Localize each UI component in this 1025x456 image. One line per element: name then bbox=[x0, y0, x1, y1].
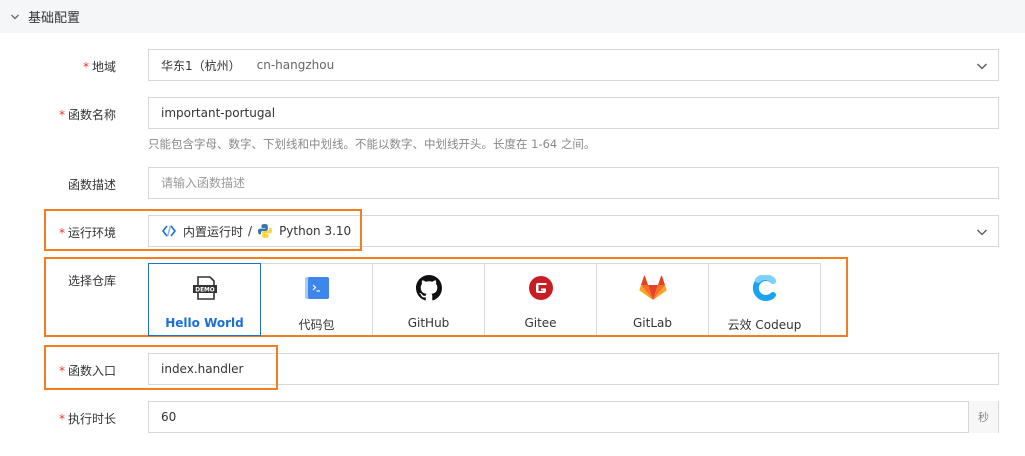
python-icon bbox=[258, 224, 273, 238]
section-header[interactable]: 基础配置 bbox=[0, 0, 1025, 33]
entry-field[interactable] bbox=[148, 353, 999, 385]
region-code: cn-hangzhou bbox=[256, 58, 335, 72]
required-mark: * bbox=[58, 108, 65, 122]
timeout-input[interactable] bbox=[161, 402, 998, 432]
timeout-unit: 秒 bbox=[968, 401, 998, 433]
gitee-icon bbox=[527, 274, 555, 302]
repo-options: DEMO Hello World 代码包 GitHub Gitee GitLab… bbox=[148, 263, 821, 336]
region-label-text: 地域 bbox=[91, 60, 116, 74]
repo-option-hello-world[interactable]: DEMO Hello World bbox=[148, 263, 261, 336]
repo-option-label: Gitee bbox=[524, 316, 557, 330]
function-name-help: 只能包含字母、数字、下划线和中划线。不能以数字、中划线开头。长度在 1-64 之… bbox=[148, 137, 596, 151]
repo-option-github[interactable]: GitHub bbox=[372, 263, 485, 336]
svg-text:DEMO: DEMO bbox=[195, 287, 215, 293]
repo-option-label: GitLab bbox=[633, 316, 672, 330]
region-label: * 地域 bbox=[83, 58, 116, 75]
function-name-field[interactable] bbox=[148, 97, 999, 129]
region-value: 华东1（杭州） bbox=[161, 58, 241, 73]
repo-option-gitlab[interactable]: GitLab bbox=[596, 263, 709, 336]
required-mark: * bbox=[58, 226, 65, 240]
runtime-label-text: 运行环境 bbox=[67, 226, 116, 240]
function-name-input[interactable] bbox=[161, 98, 998, 128]
code-package-icon bbox=[303, 274, 331, 302]
repo-label-text: 选择仓库 bbox=[67, 274, 116, 288]
repo-option-label: 代码包 bbox=[298, 318, 335, 332]
repo-option-gitee[interactable]: Gitee bbox=[484, 263, 597, 336]
section-title: 基础配置 bbox=[28, 11, 81, 26]
repo-option-code-package[interactable]: 代码包 bbox=[260, 263, 373, 336]
runtime-label: * 运行环境 bbox=[59, 224, 116, 241]
runtime-version: Python 3.10 bbox=[279, 224, 352, 238]
timeout-field[interactable]: 秒 bbox=[148, 401, 999, 433]
region-select[interactable]: 华东1（杭州） cn-hangzhou bbox=[148, 49, 999, 81]
chevron-down-icon bbox=[977, 229, 987, 236]
demo-file-icon: DEMO bbox=[191, 274, 219, 302]
runtime-separator: / bbox=[248, 224, 253, 238]
chevron-down-icon bbox=[977, 63, 987, 70]
required-mark: * bbox=[58, 364, 65, 378]
function-name-label: * 函数名称 bbox=[59, 106, 116, 123]
repo-option-codeup[interactable]: 云效 Codeup bbox=[708, 263, 821, 336]
required-mark: * bbox=[82, 60, 89, 74]
description-field[interactable] bbox=[148, 167, 999, 199]
repo-option-label: GitHub bbox=[407, 316, 450, 330]
runtime-icon bbox=[161, 225, 177, 237]
description-label-text: 函数描述 bbox=[67, 178, 116, 192]
runtime-category: 内置运行时 bbox=[183, 224, 244, 239]
entry-label-text: 函数入口 bbox=[67, 364, 116, 378]
description-input[interactable] bbox=[161, 168, 998, 198]
timeout-label: * 执行时长 bbox=[59, 410, 116, 427]
entry-input[interactable] bbox=[161, 354, 998, 384]
repo-option-label: 云效 Codeup bbox=[727, 318, 802, 332]
repo-label: 选择仓库 bbox=[68, 272, 116, 289]
runtime-select[interactable]: 内置运行时 / Python 3.10 bbox=[148, 215, 999, 247]
entry-label: * 函数入口 bbox=[59, 362, 116, 379]
timeout-label-text: 执行时长 bbox=[67, 412, 116, 426]
description-label: 函数描述 bbox=[68, 176, 116, 193]
function-name-label-text: 函数名称 bbox=[67, 108, 116, 122]
gitlab-icon bbox=[638, 274, 667, 302]
repo-option-label: Hello World bbox=[165, 316, 244, 330]
github-icon bbox=[415, 274, 443, 302]
chevron-down-icon bbox=[11, 14, 19, 19]
required-mark: * bbox=[58, 412, 65, 426]
codeup-icon bbox=[751, 274, 779, 302]
